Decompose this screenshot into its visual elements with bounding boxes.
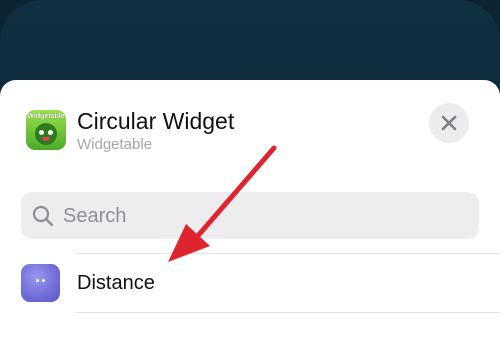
search-field[interactable] — [21, 192, 479, 239]
close-button[interactable] — [429, 103, 469, 143]
list-divider-bottom — [76, 312, 500, 313]
app-name: Widgetable — [77, 136, 153, 153]
search-icon — [32, 205, 54, 227]
app-icon: Widgetable — [26, 110, 66, 150]
search-input[interactable] — [61, 200, 465, 233]
purple-face-icon — [21, 264, 60, 302]
frog-face-icon — [35, 123, 57, 145]
widget-list-item-distance[interactable]: Distance — [0, 255, 500, 311]
widget-list-item-label: Distance — [77, 272, 155, 294]
widget-title: Circular Widget — [77, 108, 235, 134]
app-icon-logo-text: Widgetable — [27, 113, 65, 120]
list-divider-top — [76, 253, 500, 254]
close-icon — [441, 115, 457, 131]
